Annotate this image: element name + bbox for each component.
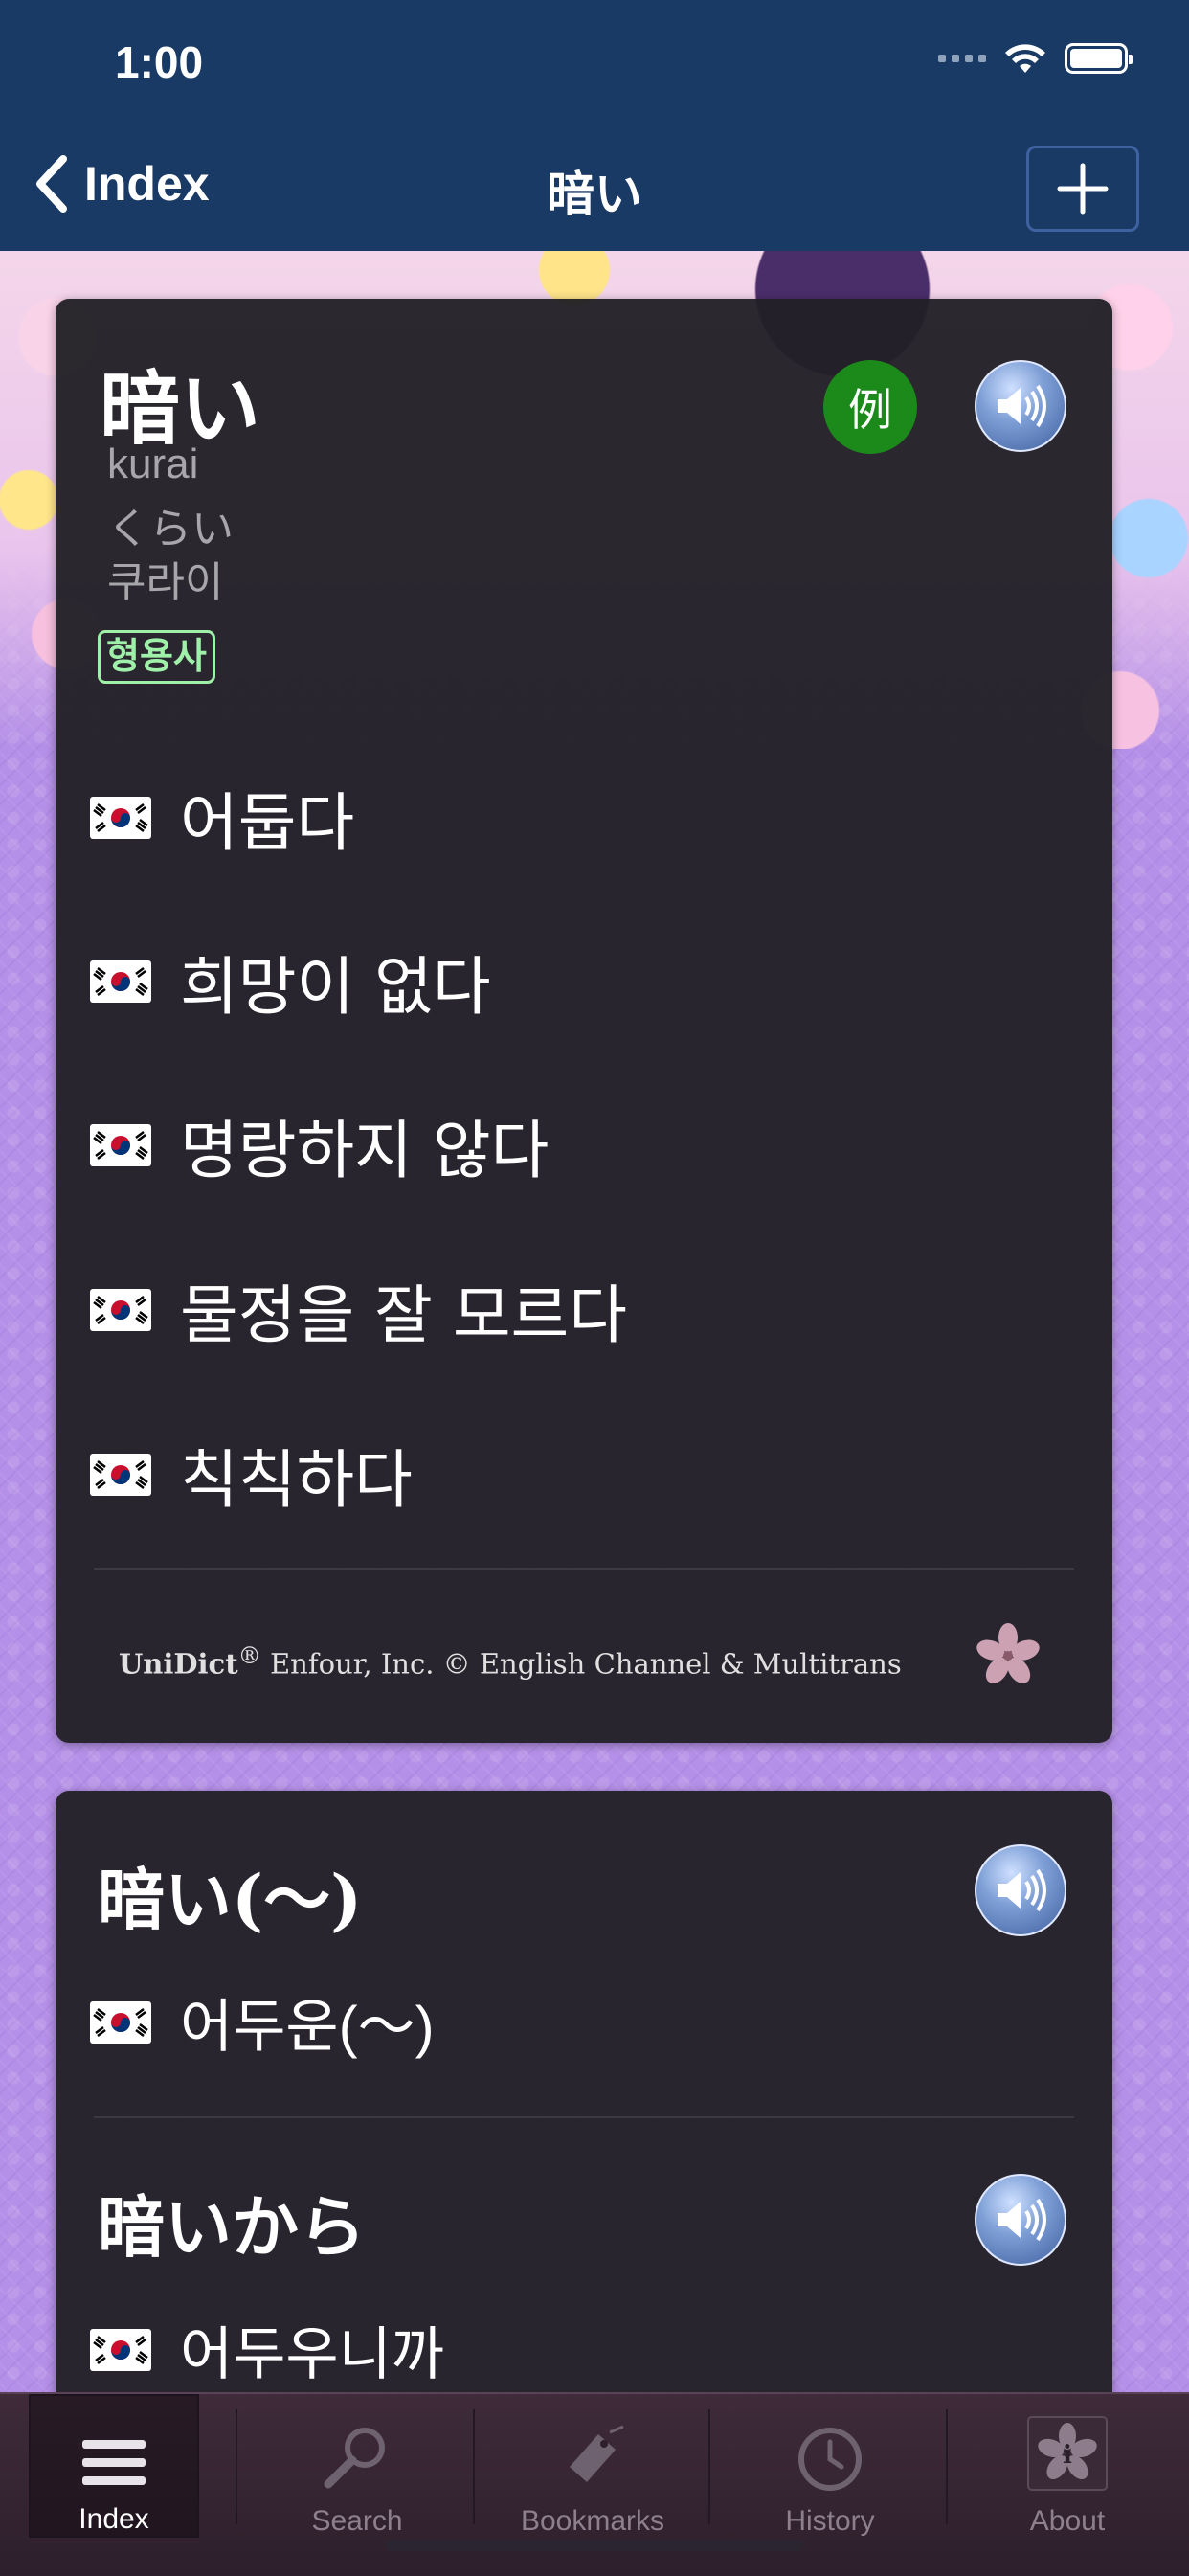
status-time: 1:00 [115, 37, 204, 87]
meaning-item[interactable]: 칙칙하다 [90, 1429, 413, 1521]
brand-name: UniDict [119, 1647, 238, 1681]
meaning-text: 어둡다 [180, 786, 355, 860]
tab-separator [236, 2409, 237, 2524]
korea-flag-icon [90, 960, 151, 1003]
cellular-signal-icon [938, 55, 986, 62]
phrase-translation[interactable]: 어두우니까 [90, 2308, 444, 2391]
phrase-translation[interactable]: 어두운(〜) [90, 1980, 435, 2064]
wifi-icon [1005, 44, 1045, 73]
cherry-blossom-icon [976, 1623, 1040, 1683]
page-title: 暗い [547, 168, 642, 221]
tab-label: About [1029, 2505, 1106, 2537]
clock-icon [798, 2428, 862, 2491]
speaker-icon [998, 1868, 1046, 1912]
korea-flag-icon [90, 1289, 151, 1331]
meaning-text: 명랑하지 않다 [180, 1114, 550, 1187]
phrase-translation-text: 어두우니까 [180, 2322, 444, 2386]
divider [94, 2116, 1074, 2118]
plus-icon [1057, 163, 1109, 215]
phrase-headword: 暗いから [98, 2187, 366, 2267]
speaker-icon [998, 384, 1046, 428]
part-of-speech-badge: 형용사 [98, 630, 215, 684]
play-audio-button[interactable] [975, 1844, 1066, 1936]
tab-history[interactable]: History [745, 2394, 915, 2538]
svg-text:i: i [1063, 2441, 1072, 2470]
korea-flag-icon [90, 1124, 151, 1166]
magnifier-icon [324, 2428, 385, 2489]
navigation-bar: 1:00 Index 暗い [0, 0, 1189, 251]
korea-flag-icon [90, 2000, 151, 2044]
registered-mark: ® [237, 1642, 261, 1669]
meaning-item[interactable]: 희망이 없다 [90, 936, 491, 1028]
battery-icon [1065, 43, 1133, 74]
tab-label: Bookmarks [520, 2505, 665, 2537]
tab-label: Search [311, 2505, 403, 2537]
phrase-translation-text: 어두운(〜) [180, 1995, 435, 2059]
meaning-item[interactable]: 어둡다 [90, 772, 354, 864]
tab-separator [708, 2409, 710, 2524]
play-audio-button[interactable] [975, 360, 1066, 452]
tab-about[interactable]: i About [982, 2394, 1153, 2538]
tab-separator [473, 2409, 475, 2524]
home-indicator [385, 2540, 804, 2551]
list-icon [82, 2440, 146, 2485]
meaning-text: 물정을 잘 모르다 [180, 1278, 627, 1352]
korea-flag-icon [90, 797, 151, 839]
tab-label: Index [79, 2503, 149, 2535]
info-blossom-icon: i [1027, 2416, 1108, 2491]
bookmark-tag-icon [570, 2425, 624, 2482]
meaning-text: 희망이 없다 [180, 950, 491, 1024]
divider [94, 1568, 1074, 1570]
speaker-icon [998, 2198, 1046, 2242]
korea-flag-icon [90, 1454, 151, 1496]
hangul-reading: 쿠라이 [107, 559, 224, 606]
tab-label: History [785, 2505, 875, 2537]
entry-card: 暗い kurai くらい 쿠라이 형용사 例 어둡다 희망이 없다 명랑하지 않… [56, 299, 1112, 1743]
copyright-credit: UniDict® Enfour, Inc. © English Channel … [119, 1642, 902, 1681]
romaji-reading: kurai [107, 441, 199, 487]
tab-separator [946, 2409, 948, 2524]
meaning-item[interactable]: 물정을 잘 모르다 [90, 1264, 627, 1356]
meaning-text: 칙칙하다 [180, 1443, 413, 1517]
korea-flag-icon [90, 2328, 151, 2371]
kana-reading: くらい [107, 506, 234, 553]
tab-index[interactable]: Index [29, 2394, 199, 2538]
credit-text: Enfour, Inc. © English Channel & Multitr… [260, 1647, 902, 1681]
phrase-headword: 暗い(〜) [98, 1860, 363, 1939]
meaning-item[interactable]: 명랑하지 않다 [90, 1099, 549, 1191]
tab-search[interactable]: Search [272, 2394, 442, 2538]
status-icons [938, 42, 1133, 75]
tab-bookmarks[interactable]: Bookmarks [507, 2394, 678, 2538]
add-bookmark-button[interactable] [1026, 146, 1139, 232]
play-audio-button[interactable] [975, 2174, 1066, 2266]
examples-button[interactable]: 例 [823, 360, 917, 454]
